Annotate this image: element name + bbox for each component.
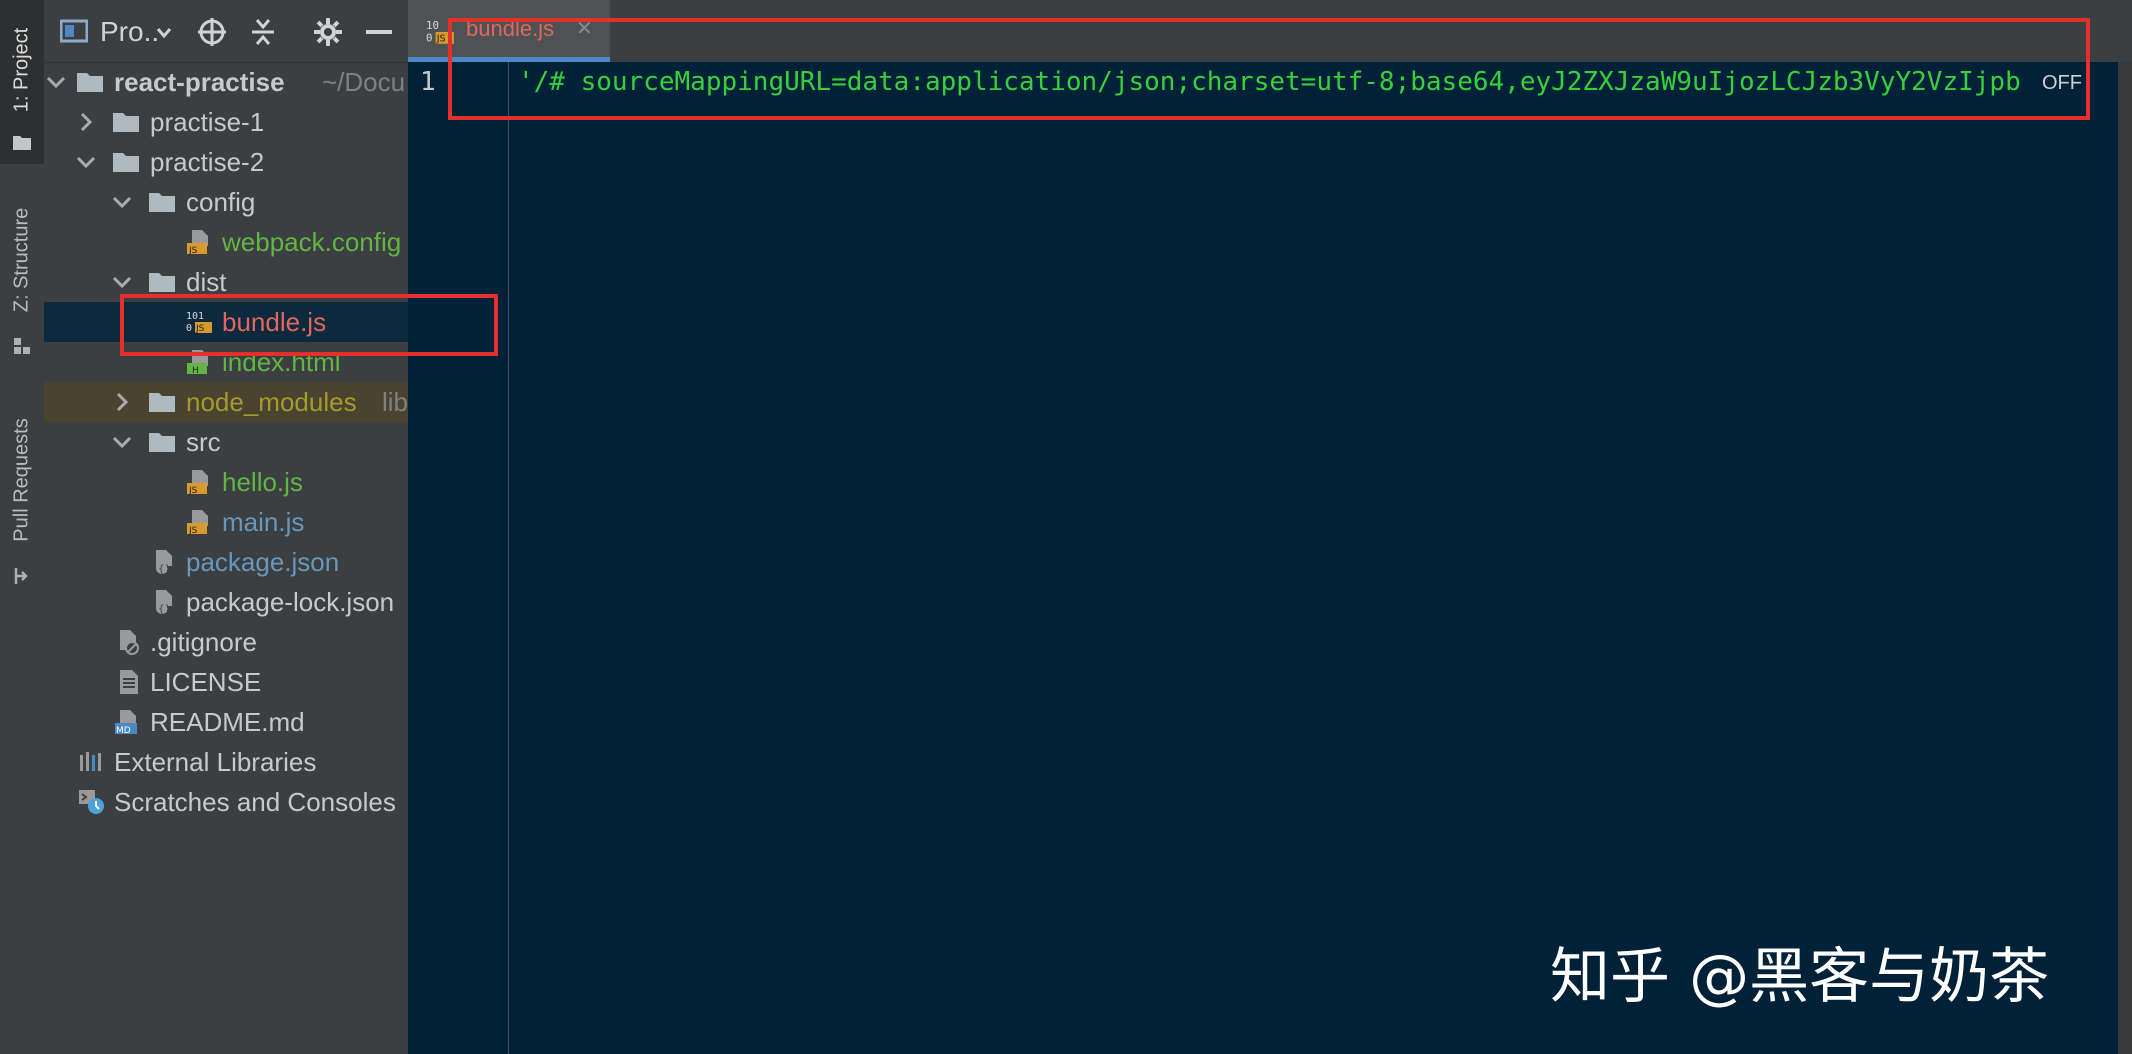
svg-text:{}: {}	[158, 604, 171, 615]
svg-text:0: 0	[426, 32, 432, 45]
svg-text:10: 10	[426, 19, 439, 32]
svg-text:JS: JS	[188, 526, 198, 535]
svg-text:JS: JS	[436, 34, 446, 45]
structure-icon	[14, 338, 30, 354]
chevron-down-icon[interactable]	[110, 190, 134, 214]
tree-item-src[interactable]: src	[44, 422, 408, 462]
editor-scrollbar[interactable]	[2118, 62, 2132, 1054]
json-file-icon: {}	[156, 550, 172, 575]
tree-item-react-practise[interactable]: react-practise ~/Docu	[44, 62, 408, 102]
tree-item-external-libraries[interactable]: External Libraries	[44, 742, 408, 782]
svg-text:H: H	[192, 366, 199, 375]
folder-icon	[149, 273, 175, 292]
js-file-icon: JS	[187, 230, 208, 255]
project-view-icon[interactable]	[60, 19, 88, 43]
tree-item-package-json[interactable]: {} package.json	[44, 542, 408, 582]
js-file-icon: JS	[187, 510, 208, 535]
chevron-right-icon[interactable]	[110, 390, 134, 414]
tree-item-package-lock-json[interactable]: {} package-lock.json	[44, 582, 408, 622]
line-number: 1	[420, 67, 436, 97]
svg-text:JS: JS	[188, 246, 198, 255]
tree-item-readme-md[interactable]: MD README.md	[44, 702, 408, 742]
editor-area: 10 0 JS bundle.js ✕ 1 '/# sourceMappingURL…	[408, 0, 2132, 1054]
tree-item-scratches-and-consoles[interactable]: Scratches and Consoles	[44, 782, 408, 822]
watermark: 知乎 @黑客与奶茶	[1550, 942, 2050, 1012]
project-panel: Pro.. react-practise ~/Docu practise-1 p…	[44, 0, 408, 1054]
locate-icon[interactable]	[196, 16, 228, 48]
svg-text:{}: {}	[158, 564, 171, 575]
folder-icon	[113, 153, 139, 172]
tree-item-practise-1[interactable]: practise-1	[44, 102, 408, 142]
folder-icon	[149, 433, 175, 452]
folder-icon	[149, 393, 175, 412]
highlight-box-bundle	[120, 294, 498, 356]
pull-request-icon	[14, 568, 28, 584]
chevron-down-icon[interactable]	[110, 270, 134, 294]
chevron-down-icon[interactable]	[74, 150, 98, 174]
project-tool-label: 1: Project	[10, 27, 33, 113]
libraries-icon	[80, 752, 101, 771]
line-number-gutter	[408, 62, 509, 1054]
js-file-icon: JS	[187, 470, 208, 495]
folder-icon	[149, 193, 175, 212]
folder-icon	[77, 73, 103, 92]
tree-item-practise-2[interactable]: practise-2	[44, 142, 408, 182]
folder-icon	[13, 136, 31, 150]
structure-tool-button[interactable]: Z: Structure	[0, 190, 44, 370]
tool-window-stripe: 1: Project Z: Structure Pull Requests	[0, 0, 45, 1054]
chevron-right-icon[interactable]	[74, 110, 98, 134]
project-toolbar: Pro..	[44, 0, 408, 63]
markdown-file-icon: MD	[115, 710, 137, 735]
pull-requests-tool-label: Pull Requests	[10, 418, 33, 542]
minimize-icon[interactable]	[366, 28, 392, 36]
tree-item-hello-js[interactable]: JS hello.js	[44, 462, 408, 502]
project-tool-button[interactable]: 1: Project	[0, 0, 44, 164]
tree-item-config[interactable]: config	[44, 182, 408, 222]
chevron-down-icon[interactable]	[110, 430, 134, 454]
tree-item-main-js[interactable]: JS main.js	[44, 502, 408, 542]
folder-icon	[113, 113, 139, 132]
tree-item-node-modules[interactable]: node_modules lib	[44, 382, 408, 422]
svg-text:MD: MD	[116, 726, 131, 735]
structure-tool-label: Z: Structure	[10, 207, 33, 313]
tree-item-gitignore[interactable]: .gitignore	[44, 622, 408, 662]
collapse-all-icon[interactable]	[248, 16, 278, 48]
svg-text:JS: JS	[188, 486, 198, 495]
tree-item-license[interactable]: LICENSE	[44, 662, 408, 702]
pull-requests-tool-button[interactable]: Pull Requests	[0, 400, 44, 600]
scratches-icon	[79, 790, 104, 814]
gear-icon[interactable]	[312, 16, 344, 48]
highlight-box-code	[448, 18, 2090, 120]
tree-item-webpack-config[interactable]: JS webpack.config	[44, 222, 408, 262]
chevron-down-icon[interactable]	[156, 27, 172, 39]
json-file-icon: {}	[156, 590, 172, 615]
project-view-selector[interactable]: Pro..	[100, 16, 159, 52]
text-file-icon	[120, 670, 138, 694]
gitignore-file-icon	[120, 630, 139, 655]
chevron-down-icon[interactable]	[44, 70, 68, 94]
